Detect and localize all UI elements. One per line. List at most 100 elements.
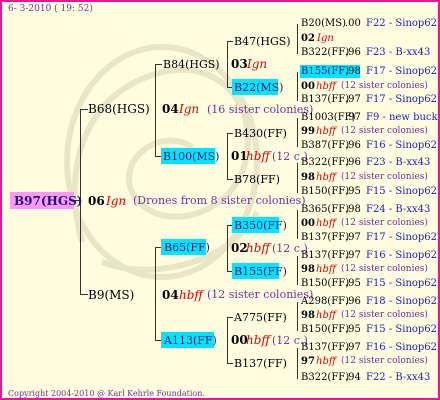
header-date: 6- 3-2010 ( 19: 52) [8, 4, 93, 14]
entry-name: B155(FF) [301, 66, 350, 77]
entry-note: (12 sister colonies) [341, 356, 428, 366]
connector-gen4 [297, 163, 298, 193]
gen1-bottom-gen: 04 [162, 288, 179, 302]
entry-ign: Ign [317, 33, 334, 44]
entry-name: B387(FF) [301, 140, 350, 151]
entry-source: F15 - Sinop62R [366, 324, 440, 335]
root-gen: 06 [88, 194, 105, 208]
entry-gen: 99 [301, 126, 315, 137]
entry-name: B150(FF) [301, 186, 350, 197]
gen3-f-name: B155(FF) [234, 265, 287, 278]
entry-year: .00 [345, 18, 361, 29]
connector [155, 64, 162, 65]
gen1-top-name: B68(HGS) [88, 102, 150, 116]
entry-name: B137(FF) [301, 342, 350, 353]
gen2-d-hbff: hbff [246, 333, 270, 347]
connector-gen2-bottom [155, 247, 156, 340]
entry-year: .98 [345, 66, 361, 77]
connector [227, 133, 233, 134]
entry-note: (12 sister colonies) [341, 81, 428, 91]
gen2-d-name: A113(FF) [164, 334, 217, 347]
root-ign: Ign [106, 194, 127, 208]
entry-name: B137(FF) [301, 94, 350, 105]
entry-year: .95 [345, 278, 361, 289]
entry-hbff: hbff [316, 264, 336, 275]
entry-year: .96 [345, 47, 361, 58]
connector-gen4 [297, 24, 298, 54]
connector-gen4 [297, 348, 298, 379]
connector-gen3 [227, 225, 228, 271]
connector-gen3 [227, 41, 228, 87]
entry-source: F17 - Sinop62R [366, 232, 440, 243]
gen2-c-hbff: hbff [246, 241, 270, 255]
footer-copyright: Copyright 2004-2010 @ Karl Kehrle Founda… [8, 389, 205, 398]
connector-gen3 [227, 317, 228, 363]
gen2-a-name: B84(HGS) [163, 58, 220, 71]
entry-year: .97 [345, 94, 361, 105]
entry-name: B322(FF) [301, 372, 350, 383]
entry-year: .97 [345, 232, 361, 243]
entry-year: .98 [345, 204, 361, 215]
gen3-a-name: B47(HGS) [234, 35, 291, 48]
entry-year: .94 [345, 372, 361, 383]
gen1-top-note: (16 sister colonies) [207, 103, 314, 116]
entry-source: F22 - B-xx43 [366, 372, 431, 383]
entry-gen: 97 [301, 356, 315, 367]
gen3-c-name: B430(FF) [234, 127, 287, 140]
entry-year: .96 [345, 296, 361, 307]
connector-top [80, 109, 88, 110]
gen1-top-gen: 04 [162, 102, 179, 116]
entry-gen: 98 [301, 172, 315, 183]
entry-name: B150(FF) [301, 278, 350, 289]
gen1-bottom-hbff: hbff [179, 288, 203, 302]
connector-gen4 [297, 302, 298, 331]
entry-gen: 98 [301, 264, 315, 275]
entry-source: F15 - Sinop62R [366, 278, 440, 289]
entry-note: (12 sister colonies) [341, 264, 428, 274]
entry-hbff: hbff [316, 81, 336, 92]
entry-source: F16 - Sinop62R [366, 342, 440, 353]
gen3-h-name: B137(FF) [234, 357, 287, 370]
entry-name: B365(FF) [301, 204, 350, 215]
root-note: (Drones from 8 sister colonies) [133, 194, 306, 207]
entry-hbff: hbff [316, 218, 336, 229]
connector-bottom [80, 294, 88, 295]
entry-year: .97 [345, 112, 361, 123]
gen2-a-gen: 03 [231, 57, 248, 71]
entry-year: .97 [345, 250, 361, 261]
gen3-e-name: B350(FF) [234, 219, 287, 232]
entry-source: F16 - Sinop62R [366, 250, 440, 261]
gen2-a-ign: Ign [247, 57, 268, 71]
entry-source: F23 - B-xx43 [366, 157, 431, 168]
entry-gen: 98 [301, 310, 315, 321]
entry-name: B137(FF) [301, 232, 350, 243]
connector-gen3 [227, 133, 228, 179]
gen2-b-name: B100(MS) [163, 150, 220, 163]
entry-year: .95 [345, 186, 361, 197]
entry-gen: 02 [301, 33, 315, 44]
connector [227, 317, 233, 318]
entry-note: (12 sister colonies) [341, 172, 428, 182]
connector-gen2-top [155, 64, 156, 156]
gen3-b-name: B22(MS) [234, 81, 284, 94]
entry-year: .96 [345, 157, 361, 168]
gen2-c-name: B65(FF) [164, 241, 210, 254]
entry-hbff: hbff [316, 172, 336, 183]
connector-gen4 [297, 72, 298, 101]
entry-name: B322(FF) [301, 157, 350, 168]
entry-year: .95 [345, 324, 361, 335]
connector-gen4 [297, 118, 298, 147]
entry-source: F24 - B-xx43 [366, 204, 431, 215]
gen2-b-hbff: hbff [246, 149, 270, 163]
entry-name: B20(MS) [301, 18, 346, 29]
connector [227, 179, 233, 180]
entry-source: F22 - Sinop62R [366, 18, 440, 29]
entry-source: F15 - Sinop62R [366, 186, 440, 197]
gen3-d-name: B78(FF) [234, 173, 280, 186]
gen1-bottom-note: (12 sister colonies) [207, 288, 314, 301]
entry-year: .97 [345, 342, 361, 353]
entry-gen: 00 [301, 81, 315, 92]
connector [227, 41, 233, 42]
connector-gen4 [297, 256, 298, 285]
gen1-bottom-name: B9(MS) [88, 288, 135, 302]
